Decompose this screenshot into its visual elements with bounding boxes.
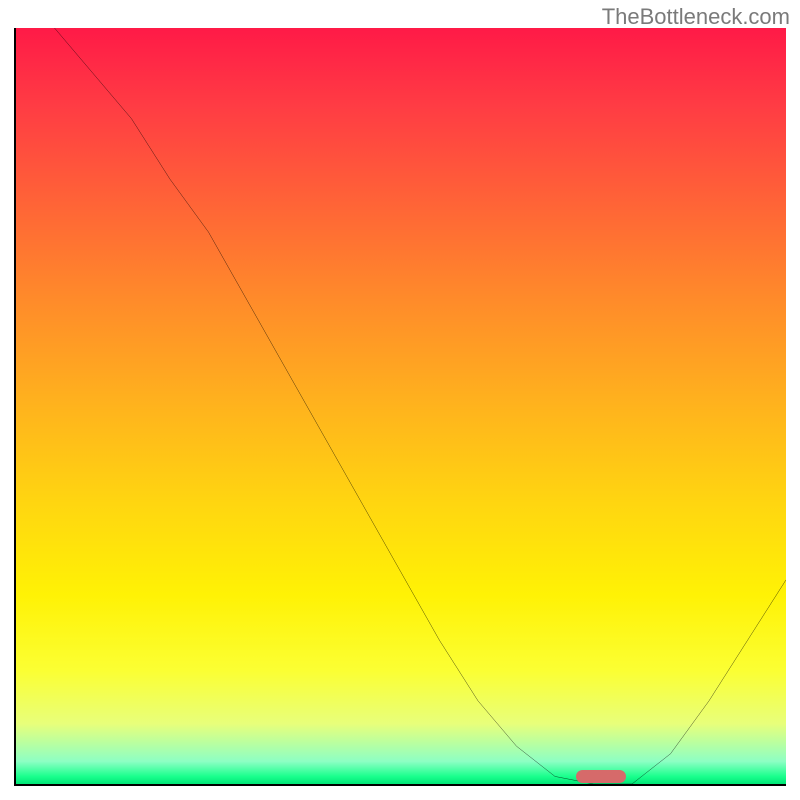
curve-svg <box>16 28 786 784</box>
optimal-marker <box>576 770 626 784</box>
watermark-text: TheBottleneck.com <box>602 4 790 30</box>
bottleneck-curve <box>55 28 787 784</box>
plot-area <box>14 28 786 786</box>
